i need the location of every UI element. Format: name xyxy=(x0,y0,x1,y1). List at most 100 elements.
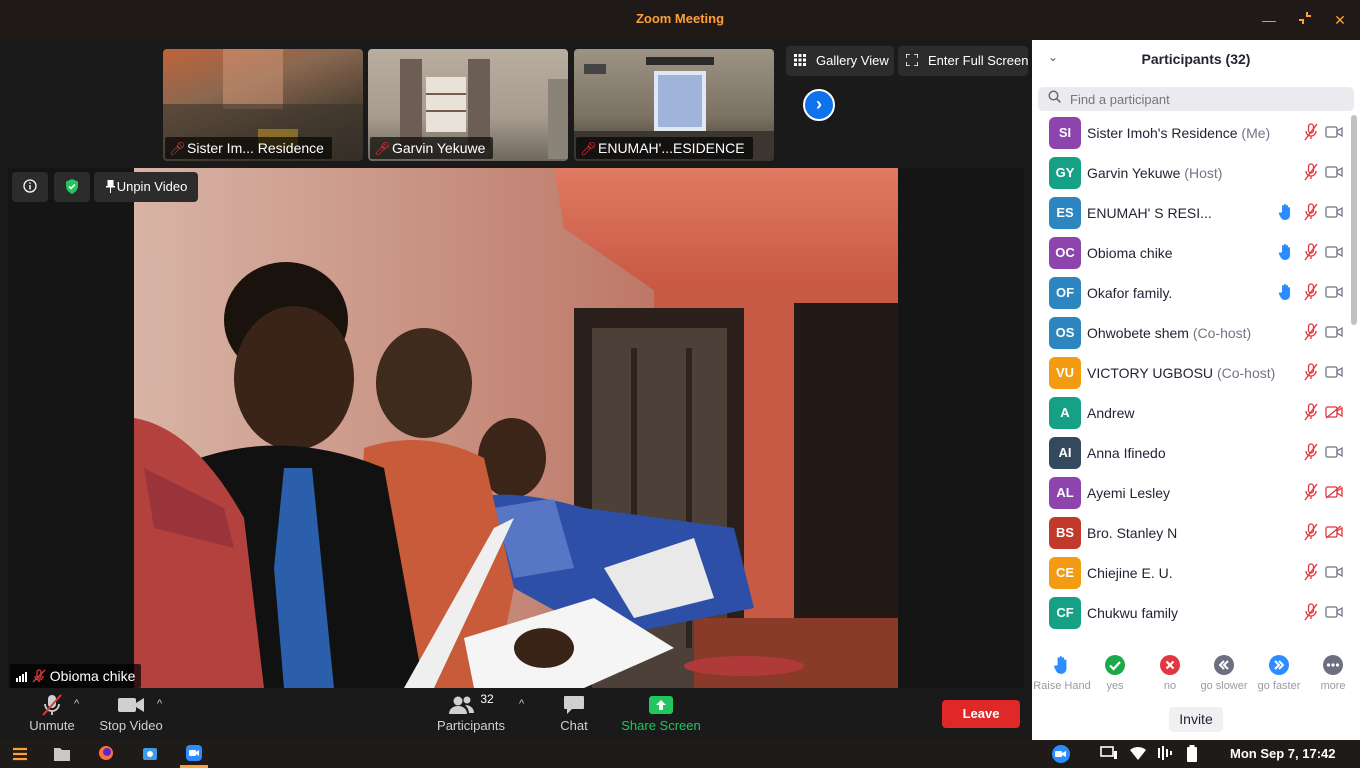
video-camera-icon[interactable] xyxy=(1325,325,1343,344)
video-options-caret-icon[interactable]: ^ xyxy=(157,698,162,710)
video-camera-icon[interactable] xyxy=(1325,125,1343,144)
mic-muted-icon xyxy=(32,668,50,684)
mic-muted-icon[interactable] xyxy=(1303,403,1319,426)
participant-row[interactable]: OF Okafor family. xyxy=(1032,273,1350,313)
participant-name: Andrew xyxy=(1087,405,1134,421)
leave-button[interactable]: Leave xyxy=(942,700,1020,728)
participant-row[interactable]: BS Bro. Stanley N xyxy=(1032,513,1350,553)
system-clock[interactable]: Mon Sep 7, 17:42 xyxy=(1230,746,1335,761)
video-camera-icon[interactable] xyxy=(1325,285,1343,304)
full-screen-button[interactable]: Enter Full Screen xyxy=(898,46,1028,76)
avatar: OS xyxy=(1049,317,1081,349)
video-camera-icon[interactable] xyxy=(1325,205,1343,224)
participant-row[interactable]: OC Obioma chike xyxy=(1032,233,1350,273)
video-camera-icon[interactable] xyxy=(1325,365,1343,384)
avatar: CE xyxy=(1049,557,1081,589)
video-camera-icon[interactable] xyxy=(1325,445,1343,464)
battery-icon[interactable] xyxy=(1186,745,1204,763)
video-thumbnail[interactable]: 🎤︎Garvin Yekuwe xyxy=(368,49,568,161)
mic-muted-icon[interactable] xyxy=(1303,523,1319,546)
video-camera-icon[interactable] xyxy=(1325,165,1343,184)
participant-row[interactable]: GY Garvin Yekuwe (Host) xyxy=(1032,153,1350,193)
reaction-raise-hand-button[interactable]: Raise Hand xyxy=(1032,652,1092,692)
audio-options-caret-icon[interactable]: ^ xyxy=(74,698,79,710)
mic-muted-icon[interactable] xyxy=(1303,283,1319,306)
video-thumbnail[interactable]: 🎤︎Sister Im... Residence xyxy=(163,49,363,161)
exit-fullscreen-icon[interactable] xyxy=(1293,8,1317,32)
mic-muted-icon[interactable] xyxy=(1303,483,1319,506)
mic-muted-icon: 🎤︎ xyxy=(580,141,597,156)
file-manager-icon[interactable] xyxy=(54,745,72,763)
volume-icon[interactable] xyxy=(1157,745,1175,763)
participant-list-scrollbar[interactable] xyxy=(1351,115,1357,325)
app-menu-icon[interactable] xyxy=(11,745,29,763)
reaction-yes-button[interactable]: yes xyxy=(1085,652,1145,692)
firefox-icon[interactable] xyxy=(98,745,116,763)
video-off-icon[interactable] xyxy=(1325,405,1343,424)
participant-role: (Host) xyxy=(1184,165,1223,181)
reaction-go-faster-button[interactable]: go faster xyxy=(1249,652,1309,692)
info-icon xyxy=(23,179,37,194)
pin-icon xyxy=(105,172,117,202)
mic-muted-icon[interactable] xyxy=(1303,203,1319,226)
stop-video-button[interactable]: Stop Video xyxy=(98,692,164,733)
search-input[interactable] xyxy=(1070,89,1340,109)
close-icon[interactable]: ✕ xyxy=(1328,8,1352,32)
invite-button[interactable]: Invite xyxy=(1169,707,1223,732)
display-icon[interactable] xyxy=(1100,745,1118,763)
participant-row[interactable]: ES ENUMAH' S RESI... xyxy=(1032,193,1350,233)
video-camera-icon[interactable] xyxy=(1325,245,1343,264)
reaction-no-button[interactable]: no xyxy=(1140,652,1200,692)
mic-muted-icon[interactable] xyxy=(1303,603,1319,626)
wifi-icon[interactable] xyxy=(1129,745,1147,763)
encryption-button[interactable] xyxy=(54,172,90,202)
unpin-video-button[interactable]: Unpin Video xyxy=(94,172,198,202)
mic-muted-icon[interactable] xyxy=(1303,123,1319,146)
participants-options-caret-icon[interactable]: ^ xyxy=(519,698,524,710)
participant-name: Anna Ifinedo xyxy=(1087,445,1166,461)
participant-name: Bro. Stanley N xyxy=(1087,525,1177,541)
participant-row[interactable]: VU VICTORY UGBOSU (Co-host) xyxy=(1032,353,1350,393)
mic-muted-icon[interactable] xyxy=(1303,363,1319,386)
mic-muted-icon[interactable] xyxy=(1303,323,1319,346)
participant-row[interactable]: AI Anna Ifinedo xyxy=(1032,433,1350,473)
participant-name-text: Okafor family. xyxy=(1087,285,1173,301)
next-page-button[interactable]: › xyxy=(803,89,835,121)
video-off-icon[interactable] xyxy=(1325,485,1343,504)
unmute-button[interactable]: Unmute xyxy=(28,692,76,733)
participant-row[interactable]: AL Ayemi Lesley xyxy=(1032,473,1350,513)
shield-check-icon xyxy=(65,179,79,194)
participant-name: Sister Im... Residence xyxy=(187,140,324,156)
participant-row[interactable]: A Andrew xyxy=(1032,393,1350,433)
participant-row[interactable]: CE Chiejine E. U. xyxy=(1032,553,1350,593)
unmute-label: Unmute xyxy=(29,718,75,733)
participant-row[interactable]: OS Ohwobete shem (Co-host) xyxy=(1032,313,1350,353)
video-thumbnail[interactable]: 🎤︎ENUMAH'...ESIDENCE xyxy=(574,49,774,161)
participant-row[interactable]: CF Chukwu family xyxy=(1032,593,1350,633)
reaction-more-button[interactable]: more xyxy=(1303,652,1360,692)
search-icon xyxy=(1048,90,1061,106)
reaction-go-slower-button[interactable]: go slower xyxy=(1194,652,1254,692)
software-store-icon[interactable] xyxy=(142,745,160,763)
share-screen-button[interactable]: Share Screen xyxy=(620,692,702,733)
participant-row[interactable]: SI Sister Imoh's Residence (Me) xyxy=(1032,113,1350,153)
zoom-tray-icon[interactable] xyxy=(1050,745,1072,763)
participant-name: Obioma chike xyxy=(1087,245,1173,261)
mic-muted-icon[interactable] xyxy=(1303,163,1319,186)
mic-muted-icon[interactable] xyxy=(1303,563,1319,586)
mic-muted-icon[interactable] xyxy=(1303,443,1319,466)
raised-hand-icon xyxy=(1278,243,1294,266)
video-off-icon[interactable] xyxy=(1325,525,1343,544)
gallery-view-button[interactable]: Gallery View xyxy=(786,46,894,76)
minimize-icon[interactable]: — xyxy=(1257,8,1281,32)
mic-muted-icon[interactable] xyxy=(1303,243,1319,266)
participant-name: Ayemi Lesley xyxy=(1087,485,1170,501)
video-camera-icon[interactable] xyxy=(1325,605,1343,624)
participant-search[interactable] xyxy=(1038,87,1354,111)
video-camera-icon[interactable] xyxy=(1325,565,1343,584)
chat-button[interactable]: Chat xyxy=(552,692,596,733)
participants-button[interactable]: 32 Participants xyxy=(434,692,508,733)
main-video-area: Unpin Video xyxy=(8,168,1024,688)
meeting-info-button[interactable] xyxy=(12,172,48,202)
zoom-app-icon[interactable] xyxy=(186,745,204,763)
